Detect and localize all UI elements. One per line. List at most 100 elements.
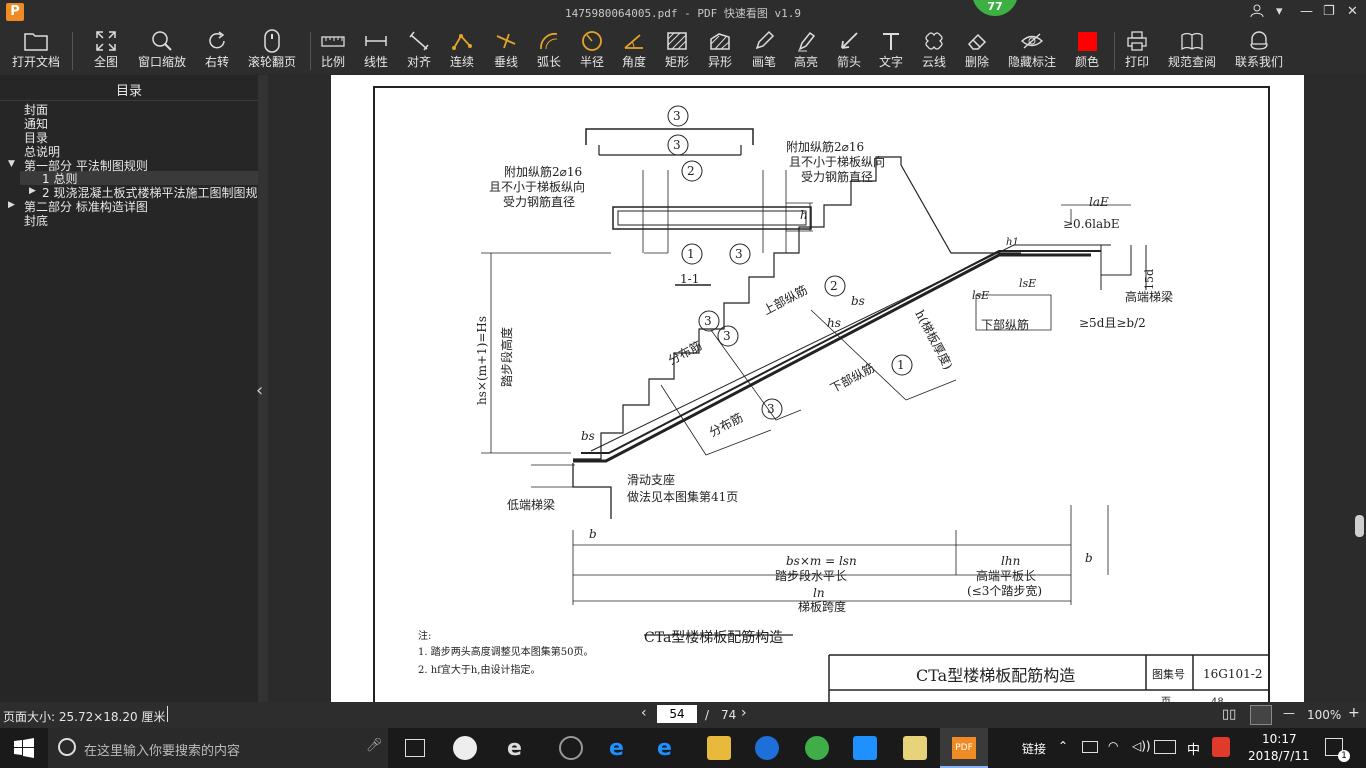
battery-icon[interactable] [1082, 741, 1098, 753]
zoom-out-icon[interactable]: — [1283, 706, 1295, 720]
volume-icon[interactable]: ◁)) [1132, 739, 1151, 753]
delete-button[interactable]: 删除 [960, 28, 994, 74]
wifi-icon[interactable]: ◠ [1108, 739, 1118, 753]
toc-item-cover[interactable]: 封面 [24, 103, 48, 117]
window-zoom-button[interactable]: 窗口缩放 [134, 28, 190, 74]
collapsed-triangle-icon[interactable]: ▶ [8, 200, 15, 210]
callout-3: 3 [767, 402, 775, 416]
collapsed-triangle-icon[interactable]: ▶ [29, 186, 36, 196]
dim-step-length: 踏步段水平长 [775, 568, 847, 583]
hs-label: hs [827, 316, 841, 330]
dim-lsn: bs×m = lsn [786, 554, 857, 568]
google-icon[interactable] [755, 736, 779, 760]
cortana-icon [58, 738, 76, 756]
thickness-label: h(梯板厚度) [912, 307, 956, 372]
collapse-sidebar-icon[interactable]: ‹ [256, 380, 263, 401]
distribution-bar-label: 分布筋 [665, 337, 704, 367]
toc-item-part-one[interactable]: 第一部分 平法制图规则 [24, 159, 148, 173]
bs-label-2: bs [851, 294, 865, 308]
close-icon[interactable]: ✕ [1347, 4, 1358, 19]
file-explorer-icon[interactable] [707, 736, 731, 760]
rectangle-button[interactable]: 矩形 [660, 28, 694, 74]
windows-taskbar: 在这里输入你要搜索的内容 🎤︎ e e e PDF 链接 ⌃ ◠ ◁)) 中 1… [0, 728, 1366, 768]
linear-button[interactable]: 线性 [358, 28, 394, 74]
cloud-line-button[interactable]: 云线 [917, 28, 951, 74]
perpendicular-button[interactable]: 垂线 [488, 28, 524, 74]
arrow-button[interactable]: 箭头 [832, 28, 866, 74]
next-page-icon[interactable]: › [741, 705, 747, 721]
callout-1: 1 [687, 247, 695, 261]
callout-3: 3 [673, 138, 681, 152]
sogou-ime-icon[interactable] [1212, 737, 1230, 757]
text-button[interactable]: 文字 [874, 28, 908, 74]
section-label: 1-1 [680, 272, 699, 286]
single-page-view-icon[interactable]: ▯▯ [1222, 707, 1236, 722]
toolbar-divider [310, 32, 311, 70]
eye-hidden-icon [1004, 28, 1060, 54]
pdf-viewer-taskbar-button[interactable]: PDF [940, 728, 988, 768]
radius-button[interactable]: 半径 [574, 28, 610, 74]
restore-icon[interactable]: ❐ [1323, 4, 1335, 19]
start-windows-icon[interactable] [14, 738, 34, 762]
zoom-in-icon[interactable]: + [1348, 705, 1360, 721]
minimize-icon[interactable]: — [1300, 4, 1313, 19]
ie-legacy-icon[interactable]: e [507, 736, 531, 761]
edge-icon[interactable]: e [609, 736, 633, 761]
toc-item-part-two[interactable]: 第二部分 标准构造详图 [24, 200, 148, 214]
arc-length-icon [531, 28, 567, 54]
hide-annotations-button[interactable]: 隐藏标注 [1004, 28, 1060, 74]
toc-item-contents[interactable]: 目录 [24, 131, 48, 145]
vertical-scrollbar-thumb[interactable] [1355, 515, 1364, 537]
keyboard-icon[interactable] [1154, 740, 1176, 754]
lse-label-1: lsE [972, 289, 989, 302]
wheel-page-button[interactable]: 滚轮翻页 [244, 28, 300, 74]
toc-item-notice[interactable]: 通知 [24, 117, 48, 131]
clock-date[interactable]: 2018/7/11 [1248, 749, 1310, 763]
aligned-button[interactable]: 对齐 [402, 28, 436, 74]
taskbar-search[interactable]: 在这里输入你要搜索的内容 🎤︎ [48, 728, 388, 768]
microphone-icon[interactable]: 🎤︎ [366, 738, 383, 753]
fit-all-button[interactable]: 全图 [86, 28, 126, 74]
right-note-2: 且不小于梯板纵向 [789, 154, 885, 169]
toc-item-general[interactable]: 1 总则 [42, 172, 77, 186]
print-button[interactable]: 打印 [1120, 28, 1154, 74]
continuous-view-icon[interactable] [1250, 705, 1272, 725]
zoom-level: 100% [1307, 708, 1342, 722]
angle-button[interactable]: 角度 [617, 28, 651, 74]
prev-page-icon[interactable]: ‹ [641, 705, 647, 721]
angle-icon [617, 28, 651, 54]
tray-expand-icon[interactable]: ⌃ [1058, 739, 1068, 753]
polygon-button[interactable]: 异形 [703, 28, 737, 74]
internet-explorer-icon[interactable]: e [657, 736, 681, 761]
browser-360-icon[interactable] [559, 736, 583, 760]
pen-button[interactable]: 画笔 [747, 28, 781, 74]
page-number-input[interactable]: 54 [657, 705, 697, 723]
ime-indicator[interactable]: 中 [1187, 739, 1200, 758]
atlas-number: 16G101-2 [1203, 667, 1262, 681]
dim-high-length-2: (≤3个踏步宽) [967, 583, 1042, 598]
status-bar: 页面大小: 25.72×18.20 厘米 ‹ 54 / 74 › ▯▯ — 10… [0, 702, 1366, 728]
open-document-button[interactable]: 打开文档 [8, 28, 64, 74]
arc-length-button[interactable]: 弧长 [531, 28, 567, 74]
toc-item-chapter-2[interactable]: 2 现浇混凝土板式楼梯平法施工图制图规 [42, 186, 258, 200]
toc-item-general-notes[interactable]: 总说明 [24, 145, 60, 159]
spec-lookup-button[interactable]: 规范查阅 [1164, 28, 1220, 74]
task-view-icon[interactable] [405, 739, 425, 757]
highlight-button[interactable]: 高亮 [789, 28, 823, 74]
blue-app-icon[interactable] [853, 736, 877, 760]
rotate-right-button[interactable]: 右转 [199, 28, 235, 74]
toc-item-back-cover[interactable]: 封底 [24, 214, 48, 228]
clock-time[interactable]: 10:17 [1262, 732, 1297, 746]
continuous-button[interactable]: 连续 [444, 28, 480, 74]
notes-app-icon[interactable] [903, 736, 927, 760]
green-app-icon[interactable] [805, 736, 829, 760]
color-button[interactable]: 颜色 [1070, 28, 1104, 74]
scale-button[interactable]: 比例 [317, 28, 349, 74]
fan-app-icon[interactable] [453, 736, 477, 760]
link-label[interactable]: 链接 [1022, 740, 1046, 757]
user-icon[interactable] [1250, 4, 1264, 22]
magnifier-icon [134, 28, 190, 54]
expanded-triangle-icon[interactable]: ▼ [8, 159, 15, 169]
contact-us-button[interactable]: 联系我们 [1231, 28, 1287, 74]
menu-dropdown-icon[interactable]: ▾ [1276, 4, 1283, 19]
